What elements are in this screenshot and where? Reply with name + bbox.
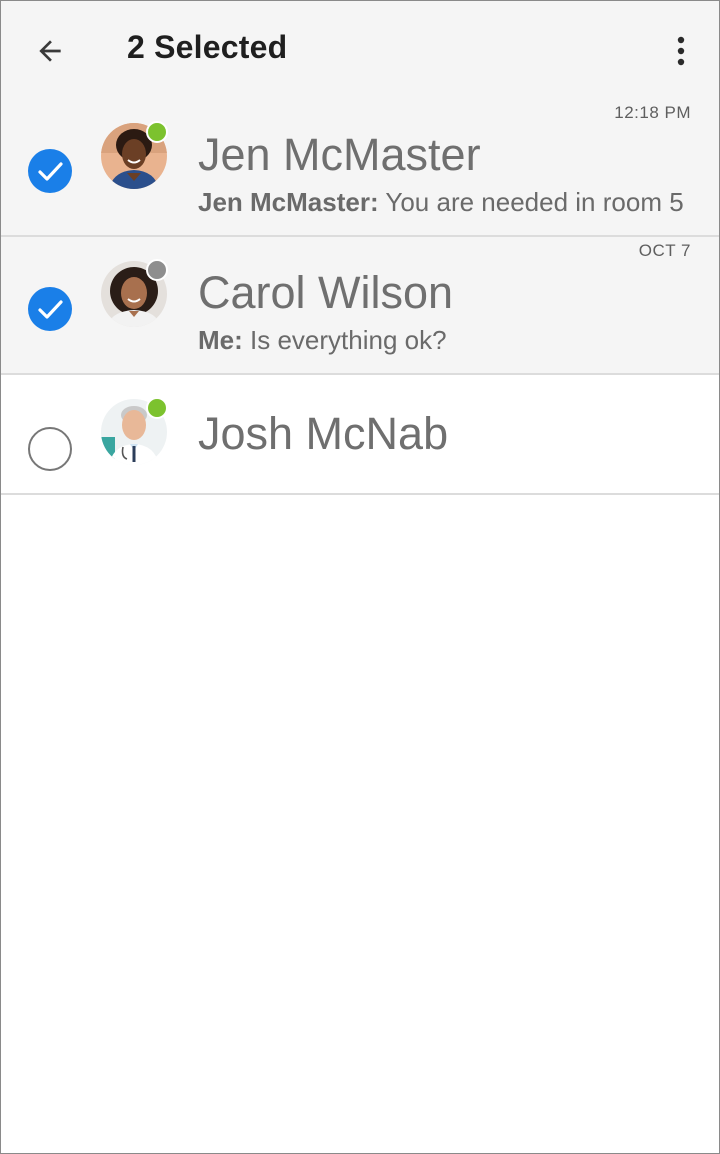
- checkmark-icon: [38, 162, 63, 181]
- contact-name: Carol Wilson: [198, 267, 454, 318]
- avatar: [101, 397, 168, 465]
- back-button[interactable]: [23, 27, 77, 75]
- contact-name: Josh McNab: [198, 408, 449, 459]
- message-timestamp: OCT 7: [638, 241, 691, 260]
- message-timestamp: 12:18 PM: [614, 103, 691, 122]
- selection-checkbox-unchecked[interactable]: [28, 427, 72, 471]
- selection-checkbox-checked[interactable]: [28, 287, 72, 331]
- selection-checkbox-checked[interactable]: [28, 149, 72, 193]
- message-preview: Jen McMaster: You are needed in room 5: [198, 187, 688, 218]
- avatar: [101, 259, 168, 327]
- screen: 2 Selected Jen McMaster Jen McMaster: Yo…: [0, 0, 720, 1154]
- preview-sender: Me:: [198, 325, 243, 355]
- app-bar: 2 Selected: [1, 1, 719, 99]
- preview-text: You are needed in room 5: [385, 187, 684, 217]
- presence-indicator-online: [146, 397, 168, 419]
- selection-count-title: 2 Selected: [127, 29, 288, 65]
- more-vertical-icon: [677, 36, 685, 66]
- checkmark-icon: [38, 300, 63, 319]
- presence-indicator-away: [146, 259, 168, 281]
- conversation-row[interactable]: Carol Wilson Me: Is everything ok? OCT 7: [1, 237, 719, 375]
- conversation-row[interactable]: Josh McNab: [1, 375, 719, 495]
- preview-text: Is everything ok?: [250, 325, 447, 355]
- contact-name: Jen McMaster: [198, 129, 481, 180]
- preview-sender: Jen McMaster:: [198, 187, 379, 217]
- presence-indicator-online: [146, 121, 168, 143]
- conversation-row[interactable]: Jen McMaster Jen McMaster: You are neede…: [1, 99, 719, 237]
- message-preview: Me: Is everything ok?: [198, 325, 688, 356]
- arrow-left-icon: [39, 40, 61, 62]
- avatar: [101, 121, 168, 189]
- more-options-button[interactable]: [661, 27, 701, 75]
